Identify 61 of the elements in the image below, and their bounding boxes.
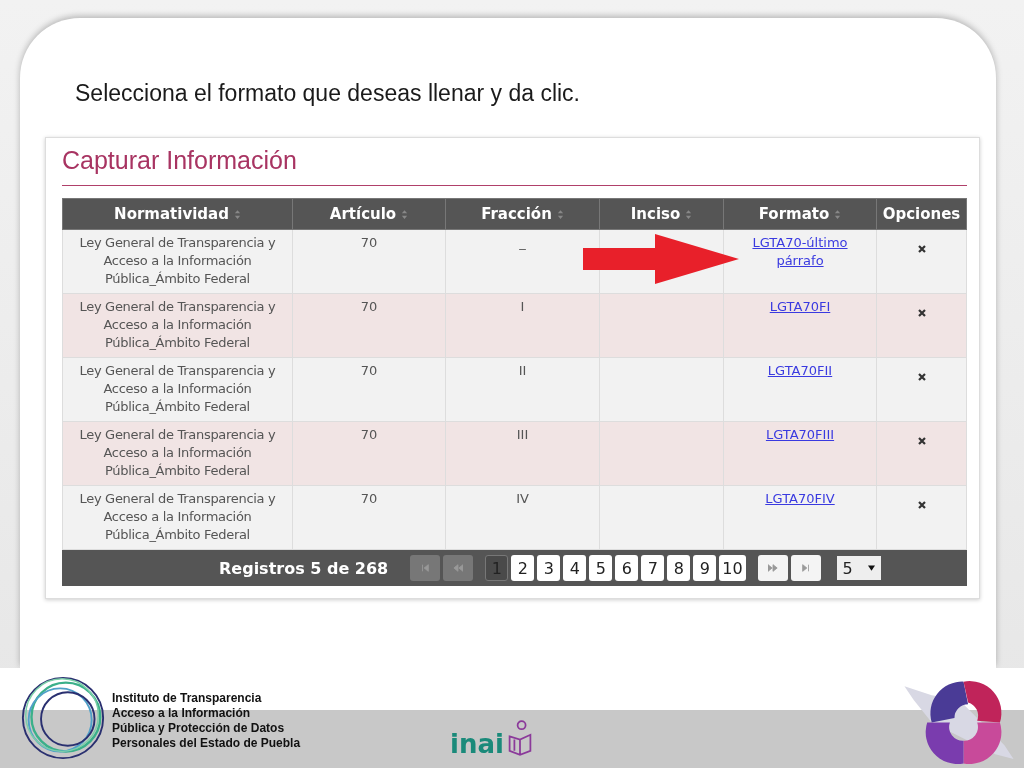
table-cell: Ley General de Transparencia y Acceso a la Información Pública_Ámbito Federal — [79, 427, 276, 478]
table-cell: IV — [516, 491, 529, 506]
table-cell: Ley General de Transparencia y Acceso a la Información Pública_Ámbito Federal — [79, 491, 276, 542]
table-cell: 70 — [360, 427, 378, 442]
last-page-button[interactable] — [790, 555, 821, 581]
records-count: Registros 5 de 268 — [219, 558, 389, 578]
table-cell: Ley General de Transparencia y Acceso a la Información Pública_Ámbito Federal — [79, 363, 276, 414]
format-link[interactable]: LGTA70FI — [769, 298, 831, 316]
sort-icon — [401, 209, 409, 220]
table-cell: 70 — [360, 363, 378, 378]
table-cell: 70 — [360, 491, 378, 506]
delete-icon[interactable] — [916, 372, 927, 382]
table-cell: Ley General de Transparencia y Acceso a la Información Pública_Ámbito Federal — [79, 299, 276, 350]
institute-name-line: Personales del Estado de Puebla — [112, 736, 301, 751]
page-button[interactable]: 5 — [589, 555, 613, 581]
institute-name-line: Acceso a la Información — [112, 706, 252, 721]
page-button[interactable]: 3 — [537, 555, 561, 581]
format-link[interactable]: LGTA70FII — [767, 362, 833, 380]
table-cell: Ley General de Transparencia y Acceso a la Información Pública_Ámbito Federal — [79, 235, 276, 286]
instruction-text: Selecciona el formato que deseas llenar y da clic. — [75, 80, 580, 107]
page-size-select[interactable]: 5 — [836, 556, 881, 580]
delete-icon[interactable] — [916, 500, 927, 510]
column-header[interactable]: Fracción — [445, 198, 600, 230]
person-reading-icon — [507, 719, 532, 757]
table-cell: 70 — [360, 235, 378, 250]
brand-name: inai — [450, 731, 504, 757]
next-page-button[interactable] — [757, 555, 788, 581]
last-page-icon — [800, 563, 811, 573]
delete-icon[interactable] — [916, 308, 927, 318]
institute-name-line: Pública y Protección de Datos — [112, 721, 286, 736]
column-header[interactable]: Opciones — [876, 198, 967, 230]
page-button[interactable]: 9 — [693, 555, 717, 581]
column-header[interactable]: Formato — [723, 198, 877, 230]
column-header[interactable]: Artículo — [292, 198, 446, 230]
table-cell: I — [520, 299, 525, 314]
caret-icon — [867, 565, 875, 571]
page-button[interactable]: 2 — [511, 555, 535, 581]
page-button[interactable]: 4 — [563, 555, 587, 581]
delete-icon[interactable] — [916, 436, 927, 446]
page-button[interactable]: 10 — [719, 555, 746, 581]
page-button[interactable]: 7 — [641, 555, 665, 581]
previous-page-icon — [453, 563, 464, 573]
panel-title: Capturar Información — [62, 146, 967, 186]
first-page-icon — [420, 563, 431, 573]
format-link[interactable]: LGTA70FIV — [765, 490, 835, 508]
table-cell: _ — [519, 235, 526, 250]
format-link[interactable]: LGTA70FIII — [765, 426, 835, 444]
table-cell: 70 — [360, 299, 378, 314]
column-header[interactable]: Inciso — [599, 198, 724, 230]
page-button[interactable]: 6 — [615, 555, 639, 581]
table-cell: III — [516, 427, 529, 442]
delete-icon[interactable] — [916, 244, 927, 254]
sort-icon — [556, 209, 564, 220]
institute-name-line: Instituto de Transparencia — [112, 691, 263, 706]
sort-icon — [685, 209, 693, 220]
column-header[interactable]: Normatividad — [62, 198, 293, 230]
page-button[interactable]: 8 — [667, 555, 691, 581]
next-page-icon — [767, 563, 778, 573]
sort-icon — [233, 209, 241, 220]
table-cell: II — [518, 363, 527, 378]
sort-icon — [834, 209, 842, 220]
